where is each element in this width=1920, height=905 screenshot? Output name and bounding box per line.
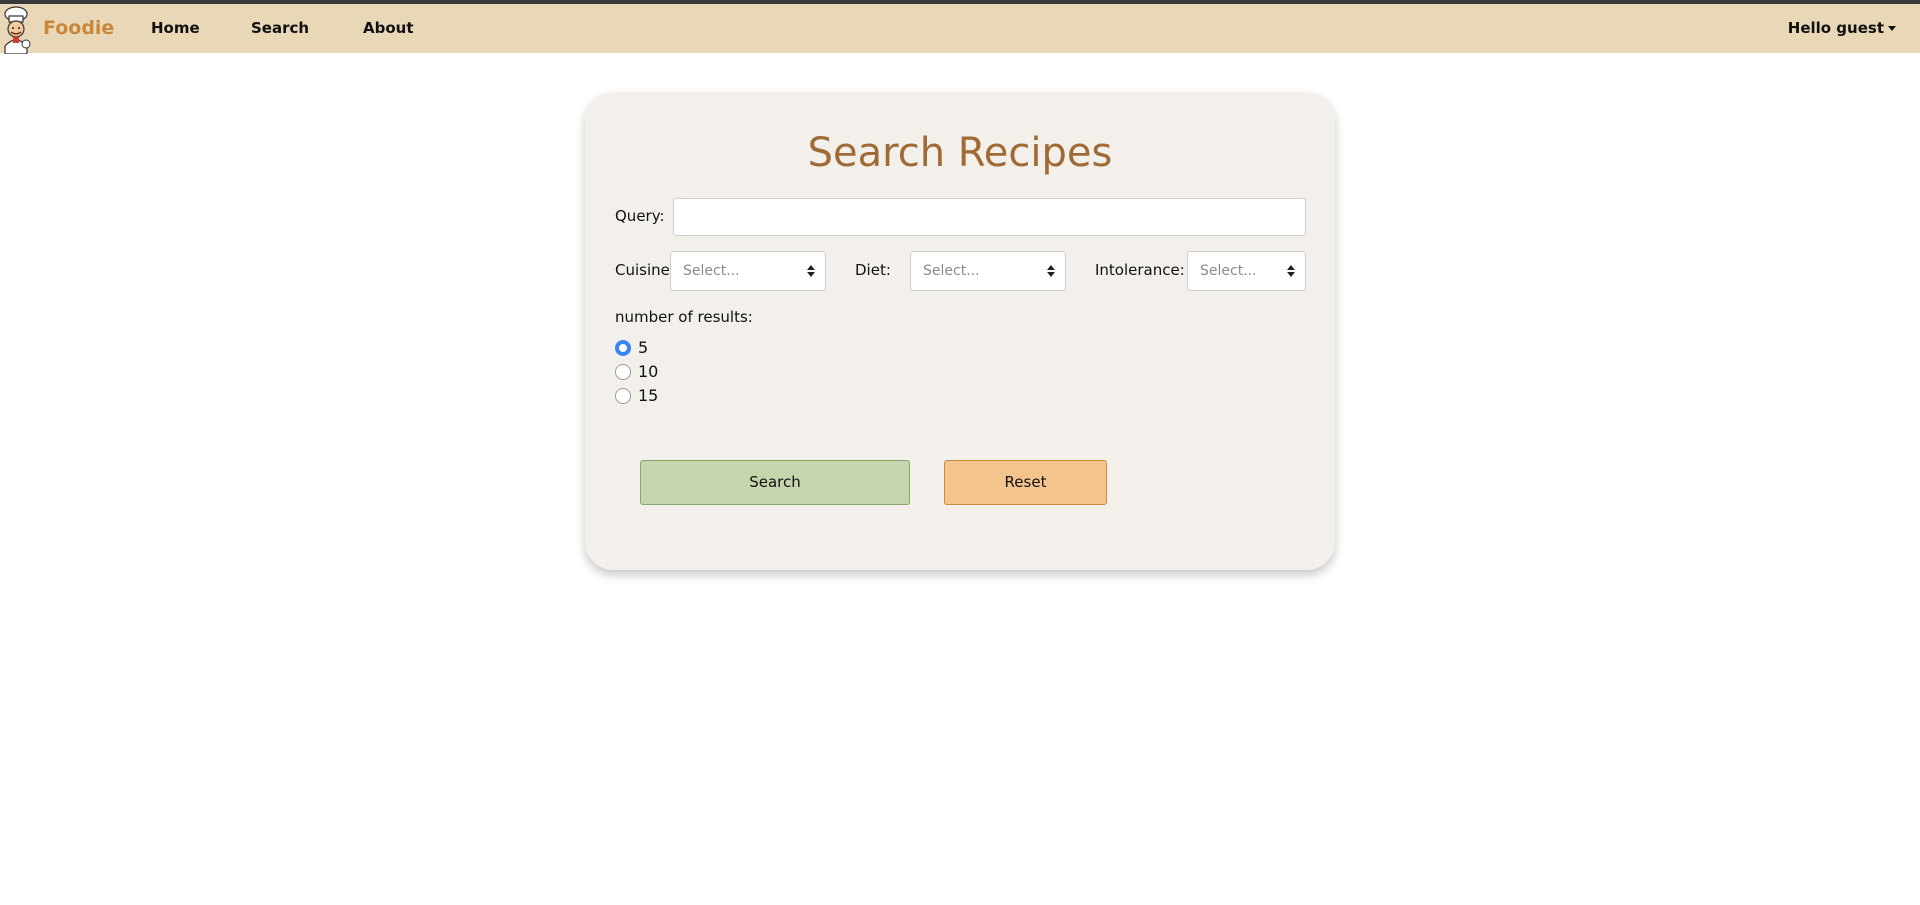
- cuisine-selected: Select...: [683, 263, 740, 279]
- query-label: Query:: [615, 207, 665, 225]
- user-greeting: Hello guest: [1787, 19, 1884, 37]
- radio-results-10[interactable]: [615, 364, 631, 380]
- cuisine-label: Cuisine:: [615, 261, 675, 279]
- nav-search[interactable]: Search: [251, 19, 309, 37]
- intolerance-label: Intolerance:: [1095, 261, 1185, 279]
- radio-label-5: 5: [638, 338, 649, 357]
- brand-link[interactable]: Foodie: [43, 17, 114, 39]
- caret-down-icon: [1888, 26, 1896, 31]
- diet-label: Diet:: [855, 261, 891, 279]
- search-button[interactable]: Search: [640, 460, 910, 505]
- navbar: Foodie Home Search About Hello guest: [0, 4, 1920, 54]
- nav-home[interactable]: Home: [151, 19, 200, 37]
- chef-logo-icon[interactable]: [0, 4, 32, 54]
- radio-label-15: 15: [638, 386, 659, 405]
- results-label: number of results:: [615, 308, 753, 326]
- sort-arrows-icon: [1287, 265, 1295, 277]
- user-menu-dropdown[interactable]: Hello guest: [1788, 19, 1896, 37]
- cuisine-select[interactable]: Select...: [670, 251, 826, 291]
- sort-arrows-icon: [1047, 265, 1055, 277]
- nav-about[interactable]: About: [363, 19, 414, 37]
- query-input[interactable]: [673, 198, 1306, 236]
- sort-arrows-icon: [807, 265, 815, 277]
- diet-selected: Select...: [923, 263, 980, 279]
- search-card: Search Recipes Query: Cuisine: Select...…: [585, 92, 1335, 570]
- intolerance-selected: Select...: [1200, 263, 1257, 279]
- radio-results-5[interactable]: [615, 340, 631, 356]
- page-title: Search Recipes: [807, 130, 1113, 176]
- intolerance-select[interactable]: Select...: [1187, 251, 1306, 291]
- radio-label-10: 10: [638, 362, 659, 381]
- radio-results-15[interactable]: [615, 388, 631, 404]
- diet-select[interactable]: Select...: [910, 251, 1066, 291]
- reset-button[interactable]: Reset: [944, 460, 1107, 505]
